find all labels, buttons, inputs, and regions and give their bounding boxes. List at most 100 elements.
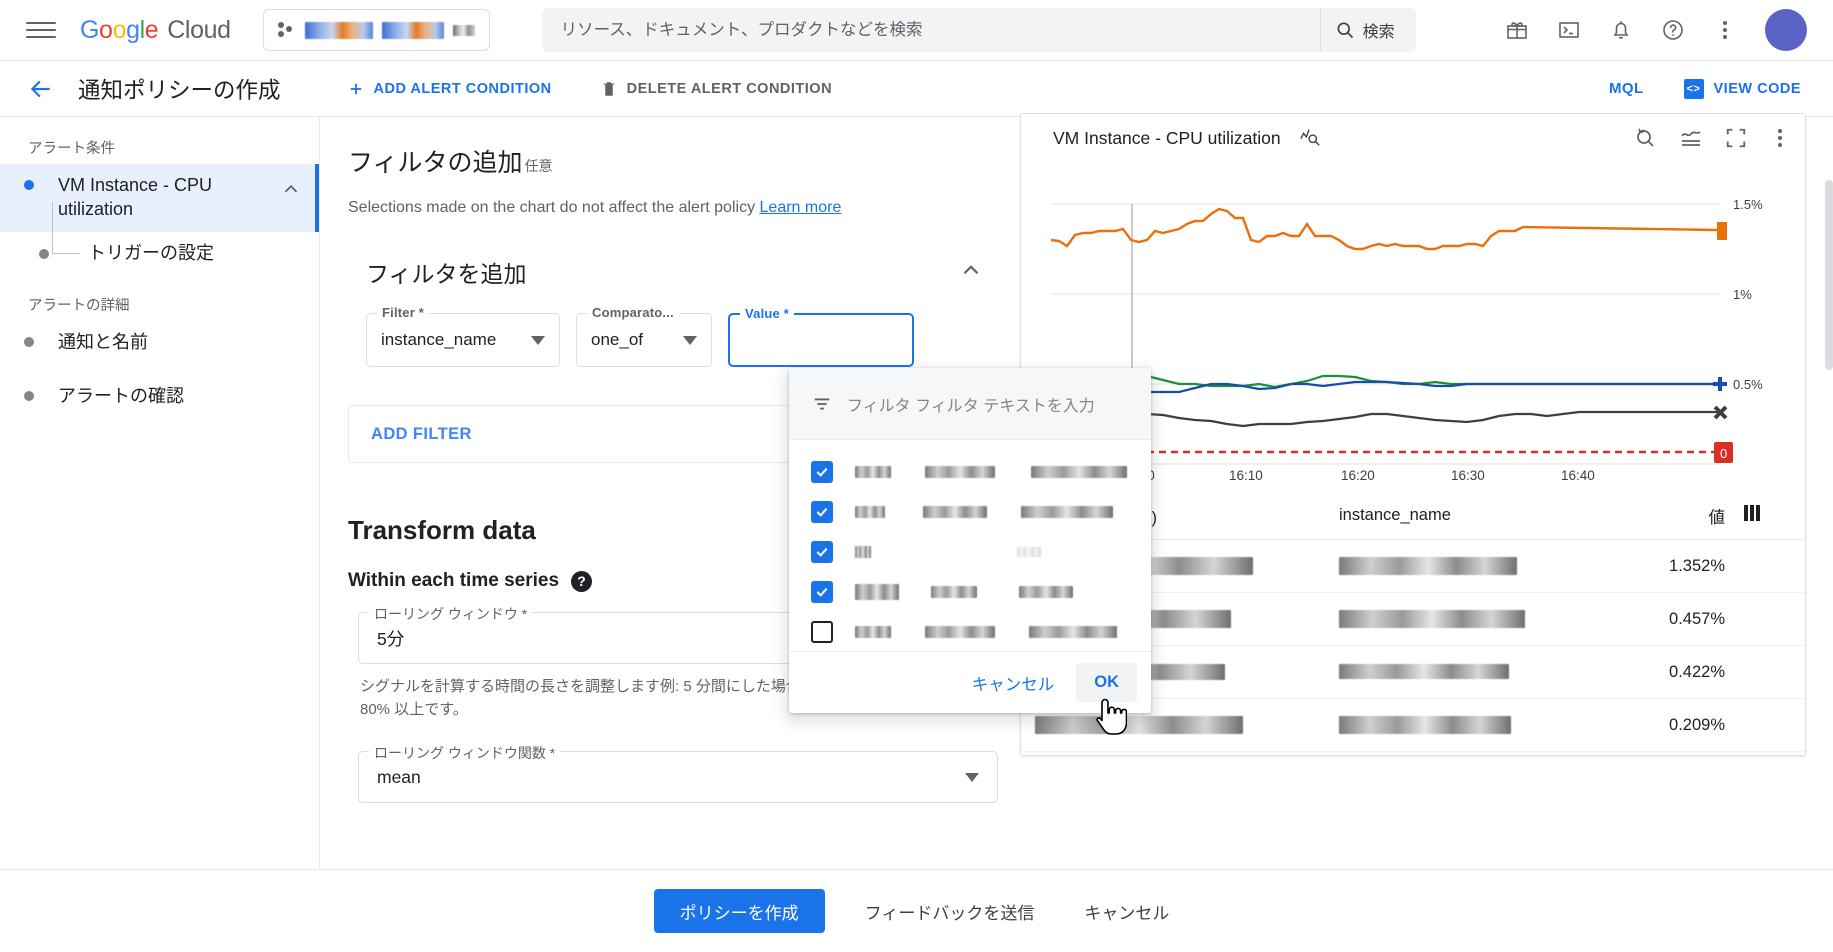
tree-connector: [52, 201, 80, 254]
project-selector[interactable]: [262, 9, 490, 51]
checkbox-checked-icon[interactable]: [811, 541, 833, 563]
page-scrollbar[interactable]: [1825, 180, 1833, 370]
hamburger-menu-icon[interactable]: [26, 15, 56, 45]
global-topbar: Google Cloud 検索: [0, 0, 1833, 61]
redacted-text: [1339, 556, 1517, 575]
rolling-window-value: 5分: [377, 628, 405, 649]
project-dots-icon: [277, 21, 296, 39]
x-axis-tick: 16:20: [1341, 468, 1375, 483]
view-code-button[interactable]: <> VIEW CODE: [1683, 78, 1801, 99]
help-icon[interactable]: [1651, 8, 1695, 52]
chart-lines-icon[interactable]: [1679, 126, 1703, 150]
redacted-option-text: [925, 466, 995, 478]
collapse-chevron-up-icon[interactable]: [958, 257, 984, 288]
search-input[interactable]: [542, 9, 1320, 51]
dropdown-option[interactable]: [789, 532, 1151, 572]
cell-instance-name: [1339, 609, 1605, 628]
dropdown-option[interactable]: [789, 492, 1151, 532]
y-axis-tick: 1.5%: [1733, 197, 1763, 212]
add-alert-condition-button[interactable]: ADD ALERT CONDITION: [347, 80, 552, 98]
logo-letter: o: [99, 15, 113, 44]
dropdown-option-list: [789, 440, 1151, 651]
app-root: Google Cloud 検索: [0, 0, 1833, 952]
avatar[interactable]: [1765, 9, 1807, 51]
sidebar-item-review-alert[interactable]: アラートの確認: [0, 375, 319, 419]
plus-icon: [350, 83, 361, 94]
column-settings-icon[interactable]: [1725, 505, 1781, 526]
comparator-select[interactable]: Comparato... one_of: [576, 305, 712, 367]
section-title-text: フィルタの追加: [348, 149, 523, 177]
search-button[interactable]: 検索: [1319, 9, 1415, 51]
delete-alert-condition-button[interactable]: DELETE ALERT CONDITION: [600, 79, 832, 99]
value-select[interactable]: Value *: [728, 306, 914, 367]
checkbox-checked-icon[interactable]: [811, 581, 833, 603]
sidebar-item-label: アラートの確認: [58, 385, 184, 406]
back-arrow-icon[interactable]: [22, 70, 60, 108]
cell-value: 0.422%: [1669, 662, 1725, 681]
filter-fields-row: Filter * instance_name Comparato... one_…: [348, 305, 1002, 367]
redacted-option-text: [1021, 506, 1113, 518]
sidebar-item-vm-cpu-utilization[interactable]: VM Instance - CPU utilization: [0, 164, 319, 232]
value-multiselect-dropdown: フィルタ フィルタ テキストを入力 キャンセル OK: [789, 368, 1151, 713]
cancel-button[interactable]: キャンセル: [1074, 899, 1179, 924]
chevron-up-icon[interactable]: [277, 174, 305, 200]
redacted-option-text: [1029, 626, 1117, 638]
create-policy-button[interactable]: ポリシーを作成: [653, 889, 825, 933]
kebab-dots: [1769, 127, 1791, 149]
logo-letter: G: [80, 15, 100, 44]
dropdown-option[interactable]: [789, 612, 1151, 651]
rolling-window-function-value: mean: [377, 766, 421, 787]
dropdown-option[interactable]: [789, 572, 1151, 612]
dropdown-ok-button[interactable]: OK: [1076, 663, 1137, 702]
bullet-icon: [0, 385, 58, 401]
table-header-instance-name[interactable]: instance_name: [1339, 506, 1605, 525]
redacted-option-text: [923, 506, 987, 518]
dropdown-filter-search[interactable]: フィルタ フィルタ テキストを入力: [789, 368, 1151, 440]
dropdown-option[interactable]: [789, 452, 1151, 492]
within-each-time-series-label: Within each time series: [348, 570, 560, 591]
chart-header: VM Instance - CPU utilization: [1021, 114, 1805, 162]
sidebar-item-label: トリガーの設定: [88, 242, 214, 263]
google-cloud-logo[interactable]: Google Cloud: [80, 16, 231, 45]
chart-type-icon[interactable]: [1299, 125, 1321, 152]
help-icon[interactable]: ?: [571, 570, 593, 592]
redacted-option-text: [855, 506, 885, 518]
reset-zoom-icon[interactable]: [1633, 126, 1657, 150]
fullscreen-icon[interactable]: [1725, 127, 1747, 149]
redacted-text: [1339, 664, 1509, 680]
table-header-value[interactable]: 値: [1605, 504, 1726, 528]
bullet-icon: [0, 331, 58, 347]
rolling-window-function-select[interactable]: ローリング ウィンドウ関数 * mean: [358, 743, 998, 803]
checkbox-checked-icon[interactable]: [811, 501, 833, 523]
add-alert-condition-label: ADD ALERT CONDITION: [373, 80, 552, 97]
gift-icon[interactable]: [1495, 8, 1539, 52]
checkbox-unchecked-icon[interactable]: [811, 621, 833, 643]
global-search[interactable]: 検索: [541, 8, 1416, 52]
redacted-option-text: [855, 626, 891, 638]
checkbox-checked-icon[interactable]: [811, 461, 833, 483]
dropdown-cancel-button[interactable]: キャンセル: [956, 661, 1071, 705]
redacted-option-text: [925, 626, 995, 638]
filter-select[interactable]: Filter * instance_name: [366, 305, 560, 367]
sidebar-item-label: VM Instance - CPU utilization: [58, 175, 213, 219]
cell-instance-id: [1021, 715, 1339, 734]
chart-kebab-menu-icon[interactable]: [1769, 127, 1791, 149]
sidebar-item-trigger-settings[interactable]: トリガーの設定: [0, 201, 319, 276]
search-icon: [1337, 22, 1353, 39]
y-axis-tick: 0.5%: [1733, 377, 1763, 392]
page-header-right: MQL <> VIEW CODE: [1609, 78, 1833, 99]
bottom-action-bar: ポリシーを作成 フィードバックを送信 キャンセル: [0, 869, 1833, 952]
sidebar-item-notification-and-name[interactable]: 通知と名前: [0, 321, 319, 365]
kebab-menu-icon[interactable]: [1703, 8, 1747, 52]
comparator-select-label: Comparato...: [587, 305, 679, 320]
add-filter-card-title: フィルタを追加: [366, 261, 527, 287]
mql-button[interactable]: MQL: [1609, 80, 1644, 97]
value-select-label: Value *: [740, 306, 795, 321]
learn-more-link[interactable]: Learn more: [760, 199, 842, 216]
cell-instance-name: [1339, 556, 1605, 575]
bell-icon[interactable]: [1599, 8, 1643, 52]
send-feedback-button[interactable]: フィードバックを送信: [855, 899, 1045, 924]
series-orange-line: [1050, 207, 1524, 251]
kebab-dots: [1714, 19, 1736, 41]
terminal-icon[interactable]: [1547, 8, 1591, 52]
